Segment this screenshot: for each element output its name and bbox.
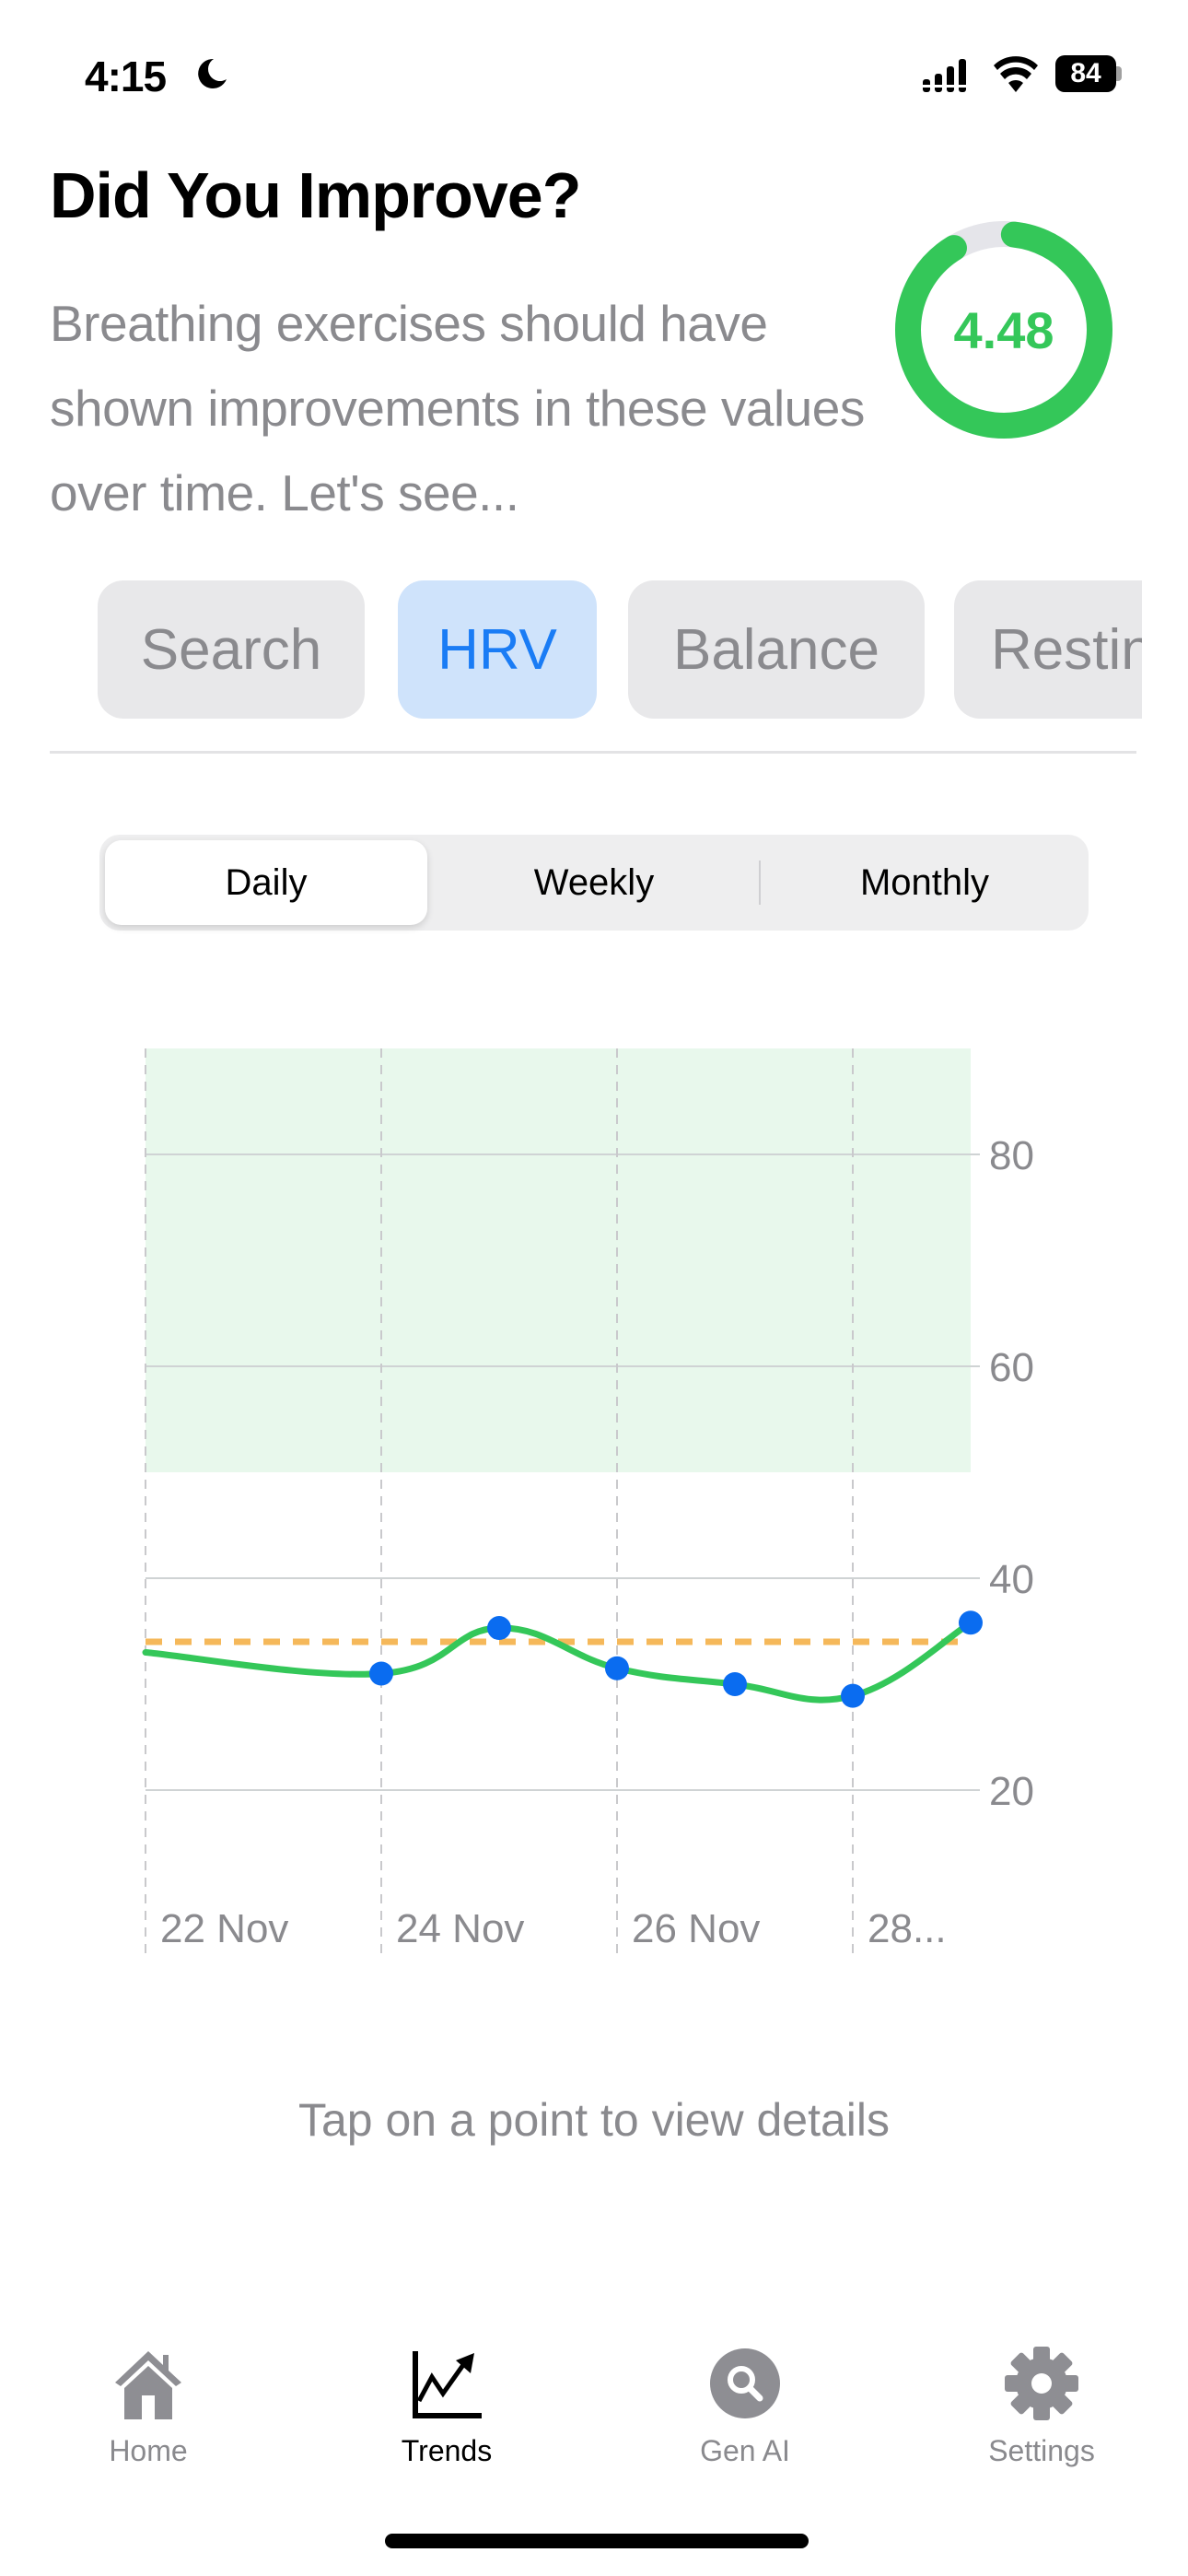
moon-icon <box>198 58 227 88</box>
tab-label: Gen AI <box>700 2434 790 2467</box>
y-tick-label: 80 <box>989 1133 1034 1178</box>
score-value: 4.48 <box>953 300 1054 359</box>
tab-trends[interactable]: Trends <box>332 2331 562 2488</box>
metric-tab-hrv[interactable]: HRV <box>398 580 597 719</box>
data-point[interactable] <box>369 1661 393 1686</box>
search-circle-icon <box>710 2348 780 2418</box>
x-tick-label: 28... <box>868 1906 947 1951</box>
metric-tabs: Search HRV Balance Resting <box>98 580 1142 720</box>
metric-tab-label: HRV <box>437 617 557 682</box>
x-tick-label: 24 Nov <box>396 1906 524 1951</box>
tab-gen-ai[interactable]: Gen AI <box>630 2331 860 2488</box>
period-option-daily[interactable]: Daily <box>105 840 427 925</box>
page-title: Did You Improve? <box>50 159 581 231</box>
data-point[interactable] <box>605 1656 629 1680</box>
status-time: 4:15 <box>85 53 167 100</box>
data-point[interactable] <box>723 1672 747 1696</box>
tab-label: Home <box>109 2434 188 2467</box>
cellular-signal-icon <box>921 59 973 92</box>
house-icon <box>115 2351 181 2419</box>
status-bar: 4:15 84 <box>0 0 1188 147</box>
period-option-label: Monthly <box>859 861 990 903</box>
x-tick-label: 22 Nov <box>160 1906 288 1951</box>
tab-home[interactable]: Home <box>33 2331 263 2488</box>
period-option-weekly[interactable]: Weekly <box>429 835 759 931</box>
metric-tab-label: Resting <box>991 617 1142 682</box>
y-tick-label: 20 <box>989 1769 1034 1814</box>
metric-tab-search[interactable]: Search <box>98 580 365 719</box>
hrv-chart[interactable]: 20 40 60 80 22 Nov 24 Nov 26 Nov 28... <box>0 1013 1188 1990</box>
tab-label: Trends <box>401 2434 493 2467</box>
y-tick-label: 40 <box>989 1557 1034 1602</box>
page-subtitle: Breathing exercises should have shown im… <box>50 295 865 521</box>
period-option-label: Weekly <box>533 861 655 903</box>
x-tick-label: 26 Nov <box>632 1906 760 1951</box>
chart-trend-icon <box>413 2351 482 2418</box>
battery-indicator: 84 <box>1055 55 1122 92</box>
gear-icon <box>1005 2347 1078 2420</box>
period-option-monthly[interactable]: Monthly <box>761 835 1089 931</box>
chart-hint: Tap on a point to view details <box>297 2094 891 2146</box>
battery-level: 84 <box>1055 55 1116 92</box>
data-point[interactable] <box>841 1683 865 1708</box>
period-selector: Daily Weekly Monthly <box>99 835 1089 931</box>
metric-tab-resting[interactable]: Resting <box>954 580 1142 719</box>
hrv-chart-svg: 20 40 60 80 22 Nov 24 Nov 26 Nov 28... <box>142 1048 1034 1956</box>
tab-settings[interactable]: Settings <box>926 2331 1157 2488</box>
metric-tab-label: Balance <box>672 617 880 682</box>
tab-label: Settings <box>988 2434 1095 2467</box>
target-range-band <box>146 1048 971 1472</box>
metric-tab-label: Search <box>140 617 322 682</box>
y-tick-label: 60 <box>989 1345 1034 1390</box>
data-point[interactable] <box>959 1610 983 1635</box>
home-indicator[interactable] <box>385 2534 809 2548</box>
tab-bar: Home Trends Gen AI Settings <box>0 2331 1188 2488</box>
period-option-label: Daily <box>225 861 308 903</box>
section-divider <box>50 751 1136 754</box>
wifi-icon <box>994 56 1038 92</box>
data-point[interactable] <box>487 1616 511 1641</box>
battery-cap <box>1116 66 1122 81</box>
metric-tab-balance[interactable]: Balance <box>628 580 925 719</box>
